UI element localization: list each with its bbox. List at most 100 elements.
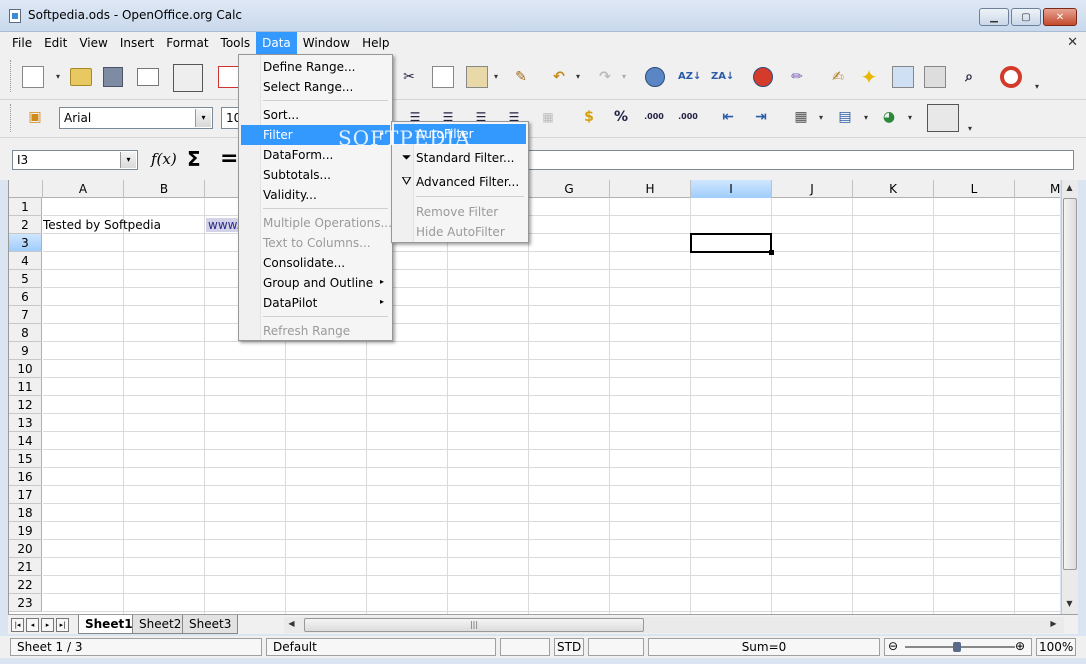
- zoom-level[interactable]: 100%: [1036, 638, 1076, 656]
- column-header[interactable]: L: [934, 180, 1015, 198]
- column-header[interactable]: K: [853, 180, 934, 198]
- styles-formatting-icon[interactable]: ▣: [24, 106, 46, 128]
- row-header[interactable]: 9: [9, 342, 42, 360]
- row-header[interactable]: 7: [9, 306, 42, 324]
- column-header[interactable]: M: [1015, 180, 1060, 198]
- formula-input[interactable]: [528, 150, 1074, 170]
- row-header[interactable]: 10: [9, 360, 42, 378]
- zoom-in-icon[interactable]: ⊕: [1015, 639, 1025, 653]
- hyperlink-globe-icon[interactable]: [645, 67, 665, 87]
- export-pdf-icon[interactable]: [218, 66, 240, 88]
- copy-icon[interactable]: [432, 66, 454, 88]
- row-header[interactable]: 19: [9, 522, 42, 540]
- new-dropdown-icon[interactable]: ▾: [56, 72, 60, 81]
- menu-item-group-outline[interactable]: Group and Outline ▸: [241, 273, 390, 293]
- scroll-down-icon[interactable]: ▼: [1062, 599, 1077, 608]
- borders-icon[interactable]: ▦: [790, 106, 812, 128]
- column-header[interactable]: A: [43, 180, 124, 198]
- add-decimal-icon[interactable]: .000: [643, 106, 665, 128]
- email-icon[interactable]: [137, 68, 159, 86]
- row-header[interactable]: 22: [9, 576, 42, 594]
- row-header[interactable]: 5: [9, 270, 42, 288]
- row-header[interactable]: 6: [9, 288, 42, 306]
- font-color-dropdown-icon[interactable]: ▾: [908, 113, 912, 122]
- edit-file-icon[interactable]: [173, 64, 203, 92]
- menu-tools[interactable]: Tools: [215, 32, 257, 54]
- row-header[interactable]: 8: [9, 324, 42, 342]
- background-color-icon[interactable]: ▤: [834, 106, 856, 128]
- row-header[interactable]: 17: [9, 486, 42, 504]
- row-header[interactable]: 13: [9, 414, 42, 432]
- row-header[interactable]: 15: [9, 450, 42, 468]
- menu-window[interactable]: Window: [297, 32, 356, 54]
- vertical-scroll-thumb[interactable]: [1063, 198, 1077, 570]
- font-color-icon[interactable]: ◕: [878, 106, 900, 128]
- redo-icon[interactable]: ↷: [594, 66, 616, 88]
- selection-mode[interactable]: STD: [554, 638, 584, 656]
- column-header[interactable]: H: [610, 180, 691, 198]
- decrease-indent-icon[interactable]: ⇤: [717, 106, 739, 128]
- menu-help[interactable]: Help: [356, 32, 395, 54]
- first-sheet-icon[interactable]: |◂: [11, 618, 24, 632]
- row-header[interactable]: 11: [9, 378, 42, 396]
- undo-dropdown-icon[interactable]: ▾: [576, 72, 580, 81]
- minimize-button[interactable]: ▁: [979, 8, 1009, 26]
- name-box-dropdown-icon[interactable]: ▾: [120, 152, 136, 168]
- toolbar-grip[interactable]: [10, 104, 14, 132]
- column-header[interactable]: G: [529, 180, 610, 198]
- maximize-button[interactable]: ▢: [1011, 8, 1041, 26]
- row-header[interactable]: 16: [9, 468, 42, 486]
- row-header-selected[interactable]: 3: [9, 234, 42, 252]
- vertical-scrollbar[interactable]: ▲ ▼: [1061, 180, 1078, 614]
- column-header[interactable]: B: [124, 180, 205, 198]
- toggle-grid-icon[interactable]: [927, 104, 959, 132]
- format-toolbar-overflow-icon[interactable]: ▾: [968, 124, 972, 133]
- menu-item-sort[interactable]: Sort...: [241, 105, 390, 125]
- row-header[interactable]: 18: [9, 504, 42, 522]
- zoom-slider-knob[interactable]: [953, 642, 961, 652]
- row-header[interactable]: 12: [9, 396, 42, 414]
- menu-data[interactable]: Data: [256, 32, 297, 54]
- cell-a2[interactable]: Tested by Softpedia: [43, 218, 161, 232]
- row-header[interactable]: 2: [9, 216, 42, 234]
- page-style[interactable]: Default: [266, 638, 496, 656]
- previous-sheet-icon[interactable]: ◂: [26, 618, 39, 632]
- currency-icon[interactable]: $: [578, 106, 600, 128]
- scroll-right-icon[interactable]: ▶: [1046, 619, 1061, 628]
- datasources-icon[interactable]: [924, 66, 946, 88]
- merge-cells-icon[interactable]: ▦: [537, 106, 559, 128]
- background-dropdown-icon[interactable]: ▾: [864, 113, 868, 122]
- menu-item-consolidate[interactable]: Consolidate...: [241, 253, 390, 273]
- spreadsheet-grid[interactable]: A B C D E F G H I J K L M 1 2 3 4 5 6 7 …: [8, 180, 1060, 614]
- percent-icon[interactable]: %: [610, 106, 632, 128]
- row-header[interactable]: 14: [9, 432, 42, 450]
- scroll-up-icon[interactable]: ▲: [1062, 183, 1077, 192]
- save-disk-icon[interactable]: [103, 67, 123, 87]
- row-header[interactable]: 20: [9, 540, 42, 558]
- paste-icon[interactable]: [466, 66, 488, 88]
- function-wizard-icon[interactable]: f(x): [151, 150, 177, 168]
- cut-scissors-icon[interactable]: ✂: [398, 66, 420, 88]
- column-header-selected[interactable]: I: [691, 180, 772, 198]
- find-replace-pen-icon[interactable]: ✍: [827, 66, 849, 88]
- toolbar-overflow-icon[interactable]: ▾: [1035, 82, 1039, 91]
- menu-item-standard-filter[interactable]: ⏷ Standard Filter...: [394, 148, 526, 168]
- menu-view[interactable]: View: [73, 32, 113, 54]
- menu-item-advanced-filter[interactable]: ⛛ Advanced Filter...: [394, 172, 526, 192]
- new-document-icon[interactable]: [22, 66, 44, 88]
- paste-dropdown-icon[interactable]: ▾: [494, 72, 498, 81]
- sheet-tab-sheet1[interactable]: Sheet1: [78, 615, 140, 634]
- redo-dropdown-icon[interactable]: ▾: [622, 72, 626, 81]
- row-header[interactable]: 21: [9, 558, 42, 576]
- zoom-magnifier-icon[interactable]: ⌕: [958, 66, 980, 88]
- format-paintbrush-icon[interactable]: ✎: [510, 66, 532, 88]
- scroll-left-icon[interactable]: ◀: [284, 619, 299, 628]
- menu-file[interactable]: File: [0, 32, 38, 54]
- select-all-corner[interactable]: [9, 180, 43, 198]
- sum-icon[interactable]: Σ: [187, 147, 201, 171]
- sort-descending-icon[interactable]: ZA↓: [711, 66, 734, 88]
- sort-ascending-icon[interactable]: AZ↓: [678, 66, 701, 88]
- menu-item-validity[interactable]: Validity...: [241, 185, 390, 205]
- gallery-icon[interactable]: [892, 66, 914, 88]
- open-folder-icon[interactable]: [70, 68, 92, 86]
